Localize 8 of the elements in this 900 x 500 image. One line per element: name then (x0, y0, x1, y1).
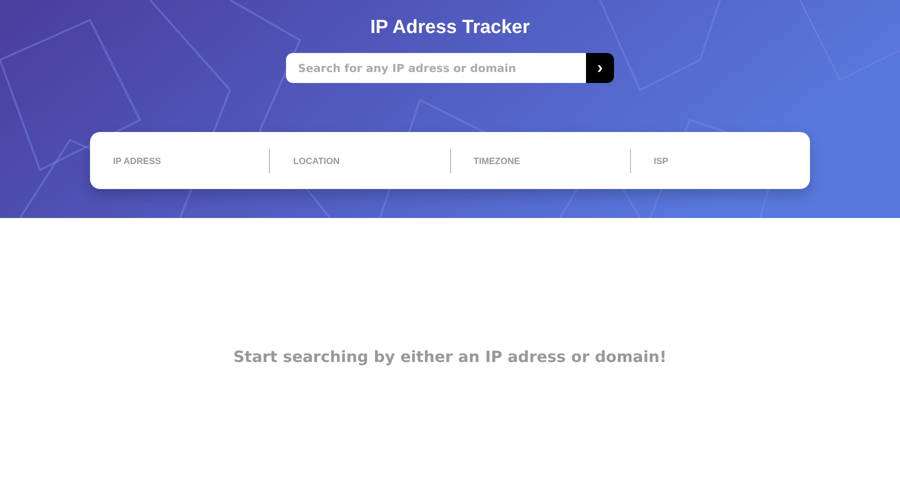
field-label: IP ADRESS (113, 156, 162, 166)
search-button[interactable]: › (586, 53, 614, 83)
field-label: TIMEZONE (474, 156, 520, 166)
search-field[interactable]: Search for any IP adress or domain (286, 53, 586, 83)
page-title: IP Adress Tracker (370, 16, 530, 40)
empty-state-message: Start searching by either an IP adress or domain! (233, 348, 667, 366)
field-label: LOCATION (293, 156, 340, 166)
field-label: ISP (654, 156, 668, 166)
